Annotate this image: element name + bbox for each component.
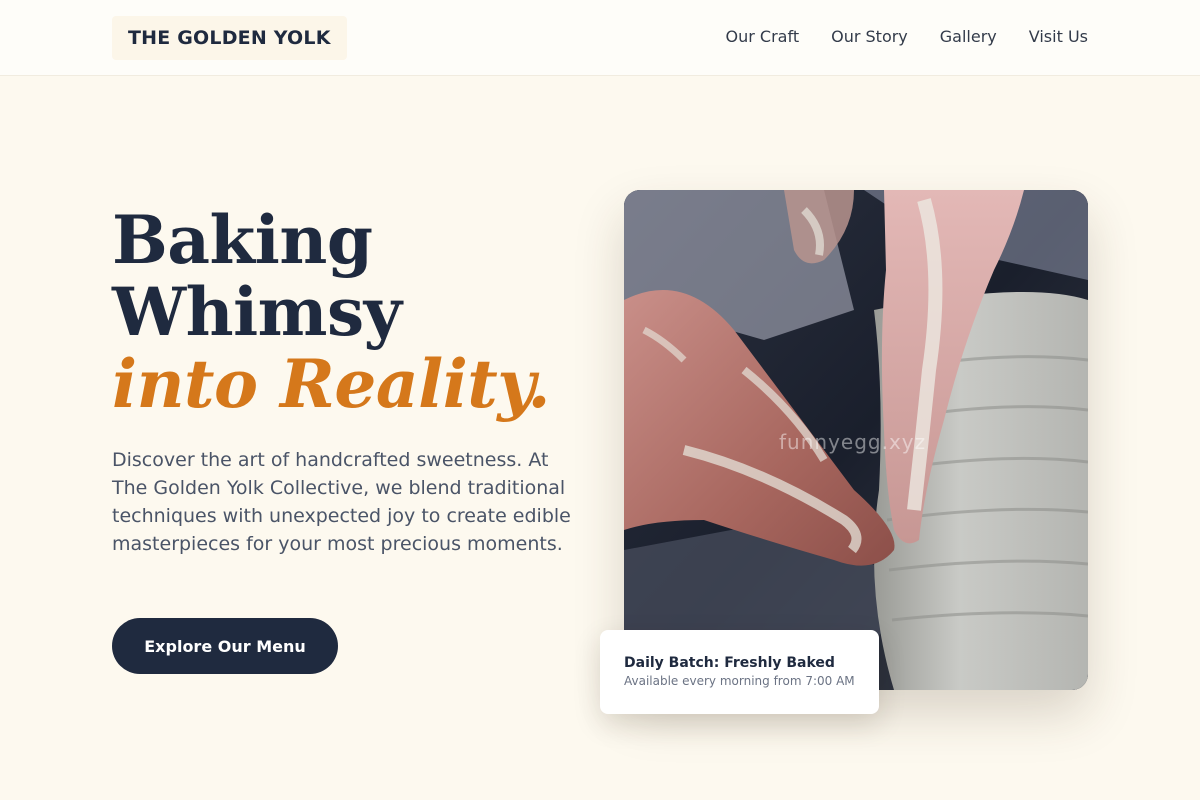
badge-subtitle: Available every morning from 7:00 AM xyxy=(624,674,855,688)
hero-image: funnyegg.xyz xyxy=(624,190,1088,690)
explore-menu-button[interactable]: Explore Our Menu xyxy=(112,618,338,674)
nav-link-gallery[interactable]: Gallery xyxy=(940,26,997,48)
nav-link-visit-us[interactable]: Visit Us xyxy=(1029,26,1088,48)
badge-title: Daily Batch: Freshly Baked xyxy=(624,655,835,671)
nav-link-our-story[interactable]: Our Story xyxy=(831,26,908,48)
daily-batch-badge: Daily Batch: Freshly Baked Available eve… xyxy=(600,630,879,714)
main-nav: Our Craft Our Story Gallery Visit Us xyxy=(726,26,1088,48)
hero-heading: Baking Whimsy into Reality. xyxy=(112,204,582,420)
hero-description: Discover the art of handcrafted sweetnes… xyxy=(112,449,571,555)
hero-heading-line-2: Whimsy xyxy=(112,273,402,351)
brand-logo[interactable]: THE GOLDEN YOLK xyxy=(112,16,347,60)
image-watermark: funnyegg.xyz xyxy=(779,430,927,454)
hero-heading-line-1: Baking xyxy=(112,201,373,279)
hero-heading-accent: into Reality. xyxy=(112,345,551,423)
nav-link-our-craft[interactable]: Our Craft xyxy=(726,26,800,48)
site-header: THE GOLDEN YOLK Our Craft Our Story Gall… xyxy=(0,0,1200,76)
